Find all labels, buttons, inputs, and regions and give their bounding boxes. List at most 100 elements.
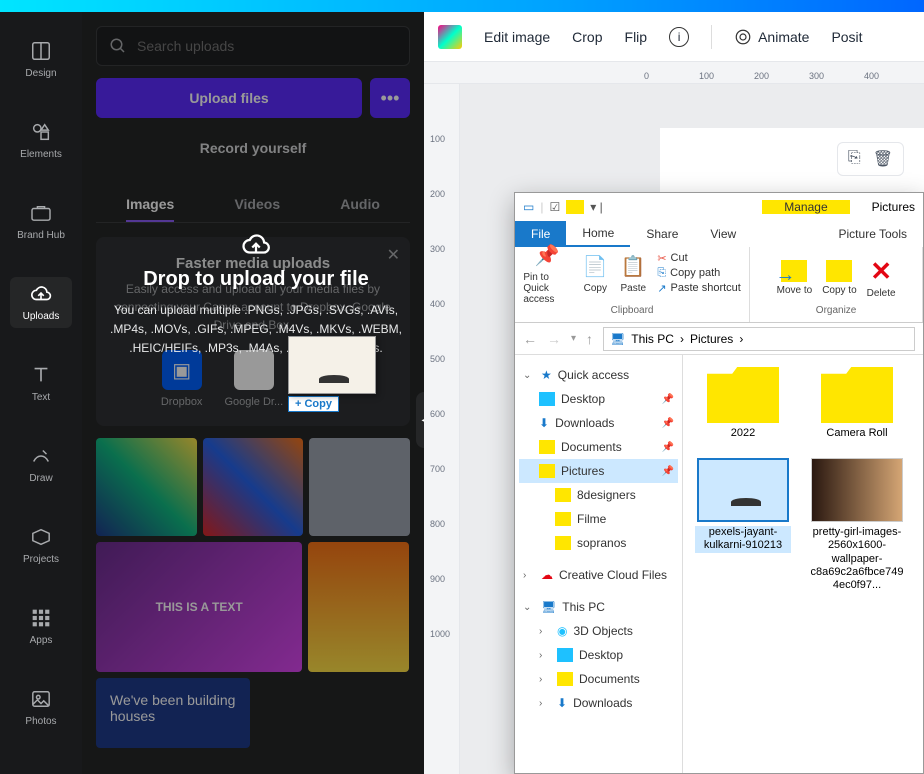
rail-projects[interactable]: Projects	[10, 520, 72, 571]
rail-elements[interactable]: Elements	[10, 115, 72, 166]
tab-videos[interactable]: Videos	[234, 188, 280, 222]
rail-label: Apps	[30, 635, 53, 646]
search-icon	[109, 37, 127, 55]
provider-box[interactable]: □Box	[305, 350, 345, 408]
position-button[interactable]: Posit	[831, 29, 862, 45]
nav-dropdown[interactable]: ▾	[571, 333, 576, 344]
paste-button[interactable]: 📋Paste	[619, 252, 647, 294]
ruler-horizontal: 0 100 200 300 400	[424, 62, 924, 84]
upload-thumb[interactable]	[96, 438, 197, 536]
tree-creative-cloud[interactable]: ›☁Creative Cloud Files	[519, 563, 678, 587]
upload-more-button[interactable]: •••	[370, 78, 410, 118]
pin-icon: 📌	[662, 442, 674, 453]
tree-downloads2[interactable]: ›⬇Downloads	[519, 691, 678, 715]
explorer-titlebar[interactable]: ▭ | ☑ ▾ | Manage Pictures	[515, 193, 923, 221]
qat-properties-icon[interactable]: ▭	[523, 200, 534, 214]
trash-icon[interactable]: 🗑	[873, 149, 893, 169]
upload-thumb-houses[interactable]: We've been building houses	[96, 678, 250, 748]
tab-images[interactable]: Images	[126, 188, 174, 222]
rail-uploads[interactable]: Uploads	[10, 277, 72, 328]
search-input-wrap[interactable]	[96, 26, 410, 66]
tree-desktop2[interactable]: ›Desktop	[519, 643, 678, 667]
copy-to-button[interactable]: Copy to	[822, 260, 856, 296]
apps-icon	[30, 607, 52, 629]
rail-design[interactable]: Design	[10, 34, 72, 85]
rail-apps[interactable]: Apps	[10, 601, 72, 652]
file-item-image[interactable]: pexels-jayant-kulkarni-910213	[695, 458, 791, 592]
rail-brandhub[interactable]: Brand Hub	[10, 196, 72, 247]
edit-image-button[interactable]: Edit image	[484, 29, 550, 45]
pin-quick-access-button[interactable]: 📌Pin to Quick access	[523, 241, 571, 305]
info-icon[interactable]: i	[669, 27, 689, 47]
rail-photos[interactable]: Photos	[10, 682, 72, 733]
gdrive-icon: △	[234, 350, 274, 390]
copy-path-button[interactable]: ⎘Copy path	[657, 267, 741, 280]
nav-up-button[interactable]: ↑	[586, 331, 593, 347]
tree-filme[interactable]: Filme	[519, 507, 678, 531]
upload-thumb-text[interactable]: THIS IS A TEXT	[96, 542, 302, 672]
tree-3dobjects[interactable]: ›◉3D Objects	[519, 619, 678, 643]
copy-icon: 📄	[581, 252, 609, 280]
promo-card: ✕ Faster media uploads Easily access and…	[96, 237, 410, 426]
nav-tree: ⌄★Quick access Desktop📌 ⬇Downloads📌 Docu…	[515, 355, 683, 773]
file-item-image[interactable]: pretty-girl-images-2560x1600-wallpaper-c…	[809, 458, 905, 592]
crop-button[interactable]: Crop	[572, 29, 602, 45]
breadcrumb[interactable]: 🖥 This PC› Pictures›	[603, 327, 915, 351]
color-picker-icon[interactable]	[438, 25, 462, 49]
file-item-folder[interactable]: 2022	[695, 367, 791, 440]
documents-icon	[557, 672, 573, 686]
file-item-folder[interactable]: Camera Roll	[809, 367, 905, 440]
upload-thumb[interactable]	[203, 438, 304, 536]
download-icon: ⬇	[557, 696, 567, 710]
draw-icon	[30, 445, 52, 467]
nav-back-button[interactable]: ←	[523, 331, 537, 347]
tree-this-pc[interactable]: ⌄🖥This PC	[519, 595, 678, 619]
window-title: Pictures	[872, 200, 915, 214]
file-grid[interactable]: 2022 Camera Roll pexels-jayant-kulkarni-…	[683, 355, 923, 773]
copy-button[interactable]: 📄Copy	[581, 252, 609, 294]
breadcrumb-pictures[interactable]: Pictures	[690, 332, 733, 346]
tree-8designers[interactable]: 8designers	[519, 483, 678, 507]
rail-text[interactable]: Text	[10, 358, 72, 409]
breadcrumb-thispc[interactable]: This PC	[631, 332, 674, 346]
qat-check-icon[interactable]: ☑	[549, 200, 560, 214]
flip-button[interactable]: Flip	[625, 29, 648, 45]
delete-button[interactable]: ✕Delete	[867, 257, 896, 299]
tree-documents[interactable]: Documents📌	[519, 435, 678, 459]
file-explorer-window[interactable]: ▭ | ☑ ▾ | Manage Pictures File Home Shar…	[514, 192, 924, 774]
text-icon	[30, 364, 52, 386]
tree-sopranos[interactable]: sopranos	[519, 531, 678, 555]
upload-thumb[interactable]	[308, 542, 409, 672]
close-icon[interactable]: ✕	[387, 245, 400, 265]
provider-dropbox[interactable]: ▣Dropbox	[161, 350, 203, 408]
record-yourself-button[interactable]: Record yourself	[96, 128, 410, 168]
window-titlebar	[0, 0, 924, 12]
tree-pictures[interactable]: Pictures📌	[519, 459, 678, 483]
animate-button[interactable]: Animate	[734, 28, 809, 46]
qat-dropdown[interactable]: ▾ |	[590, 200, 602, 214]
provider-google-drive[interactable]: △Google Dr...	[224, 350, 283, 408]
search-input[interactable]	[137, 38, 397, 54]
folder-icon	[555, 536, 571, 550]
tab-manage[interactable]: Manage	[762, 200, 849, 214]
image-thumbnail	[697, 458, 789, 522]
upload-thumb[interactable]	[309, 438, 410, 536]
rail-label: Projects	[23, 554, 59, 565]
tree-desktop[interactable]: Desktop📌	[519, 387, 678, 411]
tree-downloads[interactable]: ⬇Downloads📌	[519, 411, 678, 435]
duplicate-icon[interactable]: ⎘	[848, 149, 861, 169]
cut-button[interactable]: ✂Cut	[657, 252, 741, 265]
tab-picture-tools[interactable]: Picture Tools	[823, 221, 923, 247]
nav-forward-button[interactable]: →	[547, 331, 561, 347]
tree-documents2[interactable]: ›Documents	[519, 667, 678, 691]
upload-files-button[interactable]: Upload files	[96, 78, 362, 118]
folder-icon	[555, 512, 571, 526]
tree-quick-access[interactable]: ⌄★Quick access	[519, 363, 678, 387]
tool-rail: Design Elements Brand Hub Uploads Text D…	[0, 12, 82, 774]
ribbon-group-label: Organize	[816, 305, 857, 318]
rail-draw[interactable]: Draw	[10, 439, 72, 490]
tab-audio[interactable]: Audio	[340, 188, 380, 222]
move-to-button[interactable]: →Move to	[777, 260, 813, 296]
paste-shortcut-button[interactable]: ↗Paste shortcut	[657, 282, 741, 295]
media-tabs: Images Videos Audio	[96, 188, 410, 223]
